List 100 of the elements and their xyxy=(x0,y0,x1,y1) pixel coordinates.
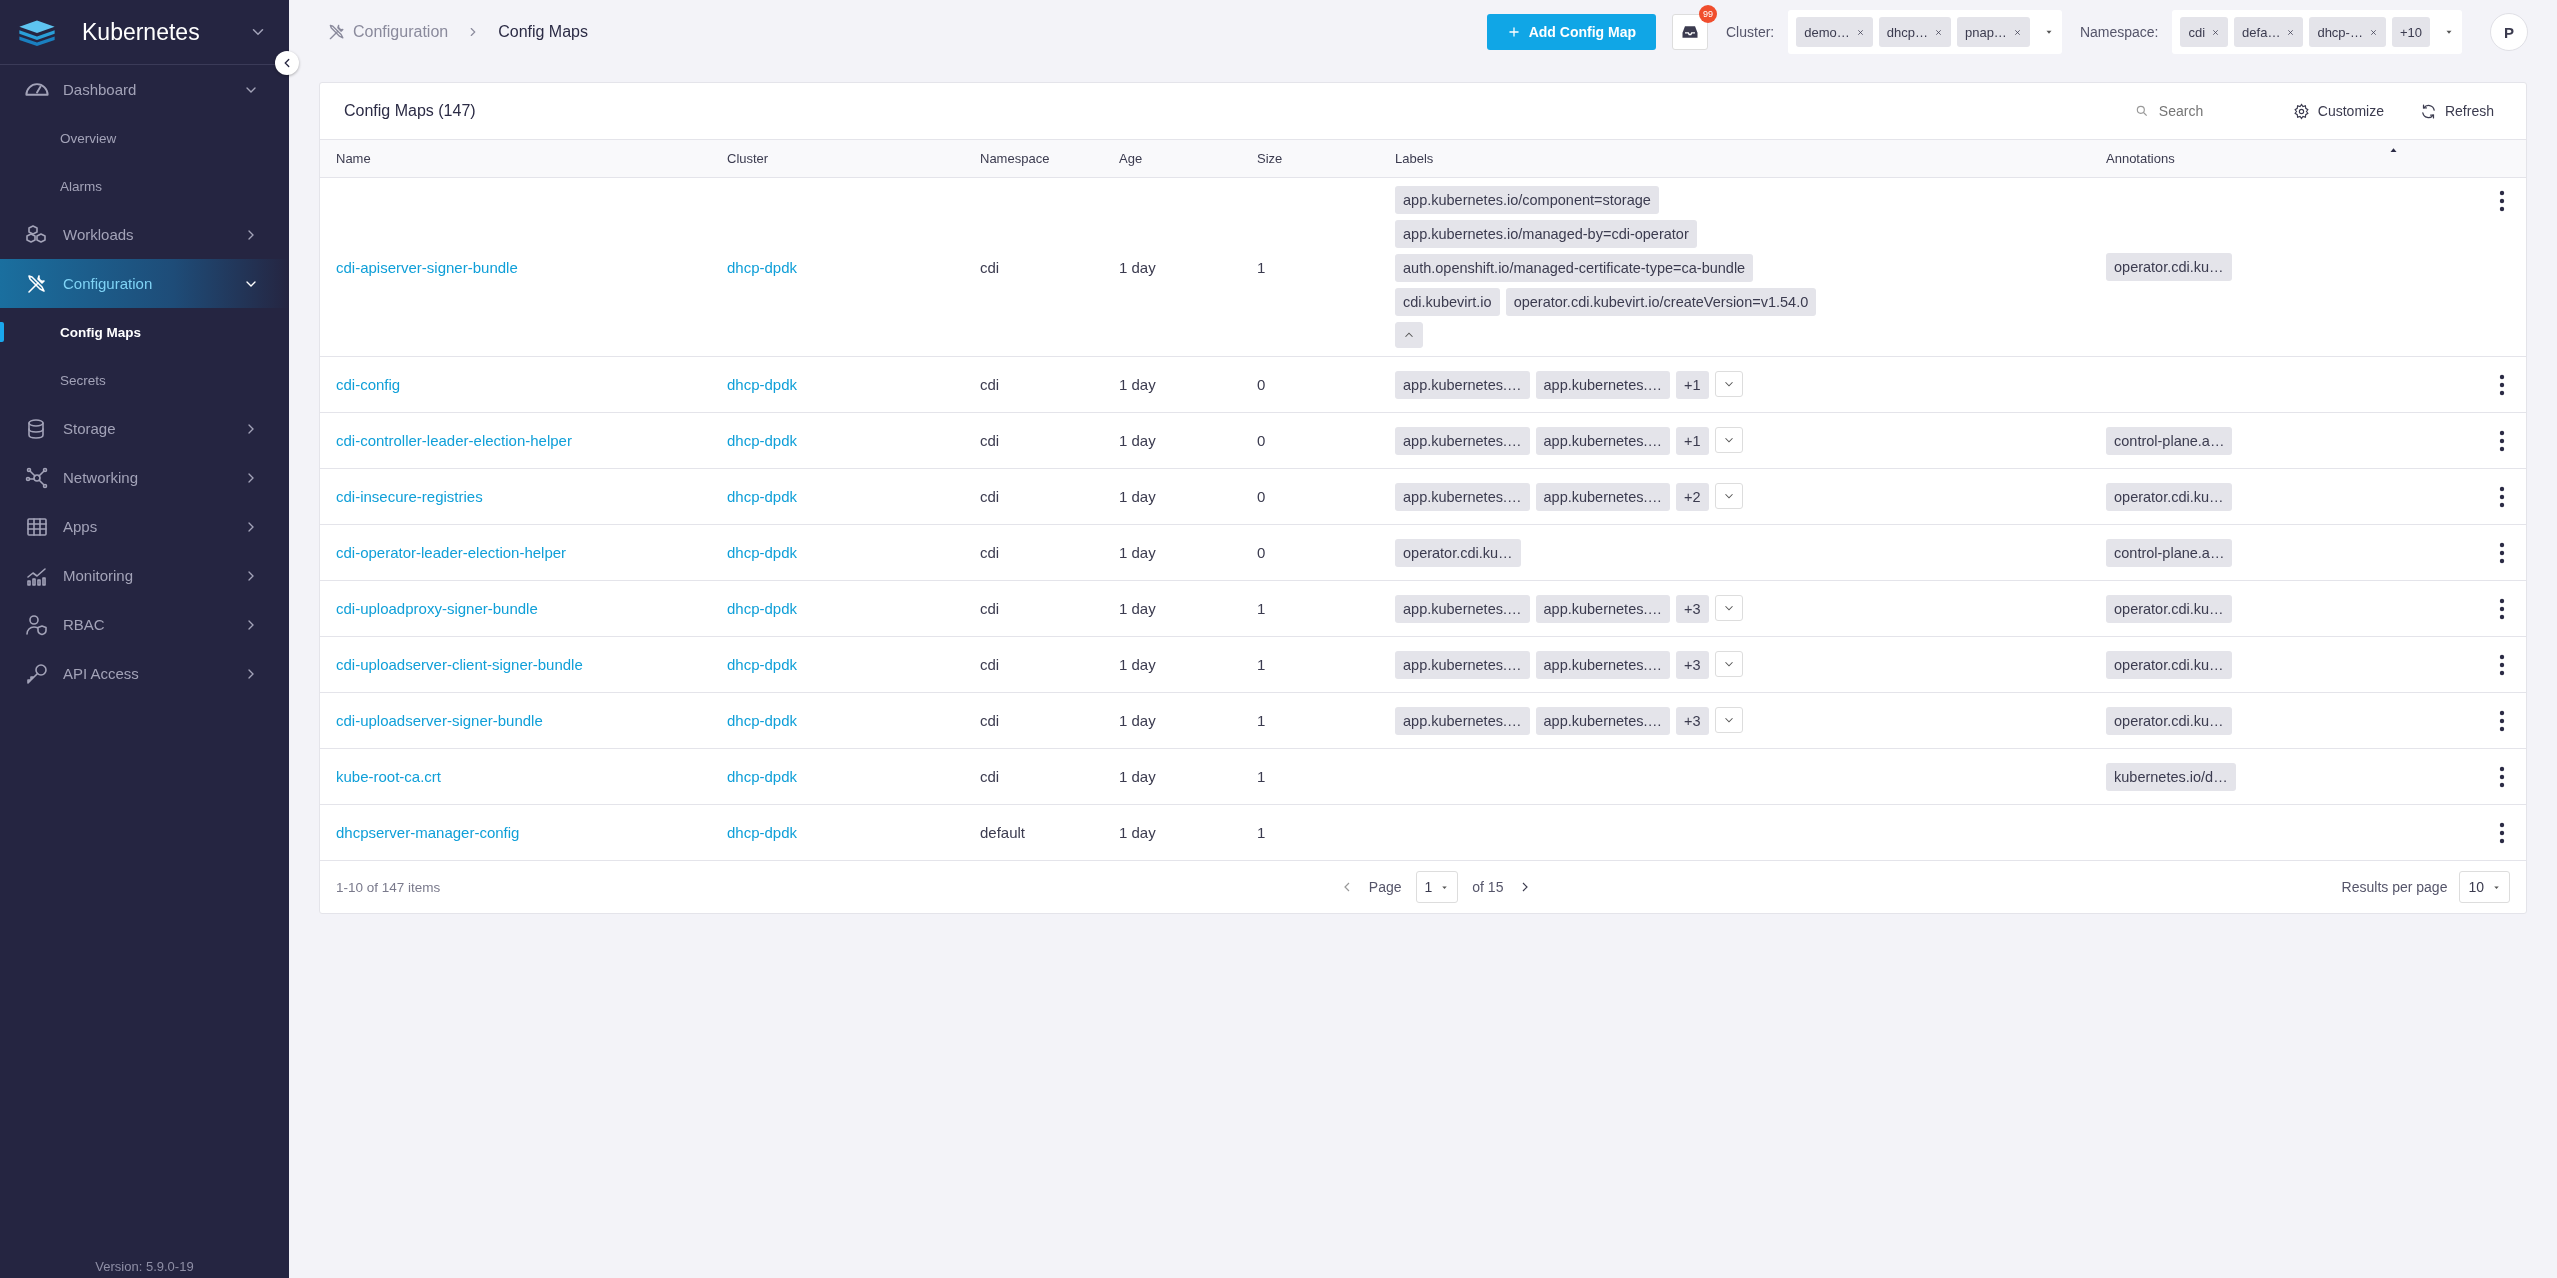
kebab-menu-icon xyxy=(2499,541,2505,564)
age-cell: 1 day xyxy=(1119,824,1156,841)
customize-button[interactable]: Customize xyxy=(2284,102,2392,120)
more-chip[interactable]: +10 xyxy=(2391,17,2430,47)
row-actions-button[interactable] xyxy=(2499,765,2505,788)
cluster-link[interactable]: dhcp-dpdk xyxy=(727,544,798,561)
gauge-icon xyxy=(25,83,49,96)
remove-icon[interactable] xyxy=(2211,27,2221,37)
column-header[interactable]: Cluster xyxy=(727,151,769,166)
remove-icon[interactable] xyxy=(1855,27,1865,37)
breadcrumb-current: Config Maps xyxy=(498,23,588,41)
filter-chip[interactable]: dhcp… xyxy=(1878,17,1951,47)
nav-item[interactable]: API Access xyxy=(0,649,289,698)
size-cell: 1 xyxy=(1257,600,1266,617)
refresh-button[interactable]: Refresh xyxy=(2411,102,2502,120)
nav-item[interactable]: Workloads xyxy=(0,210,289,259)
breadcrumb-link[interactable]: Configuration xyxy=(327,22,449,42)
remove-icon[interactable] xyxy=(2286,27,2296,37)
namespace-cell: cdi xyxy=(980,258,1000,276)
cluster-link[interactable]: dhcp-dpdk xyxy=(727,488,798,505)
results-per-page-select[interactable]: 10 xyxy=(2459,871,2510,903)
remove-icon[interactable] xyxy=(1933,27,1943,37)
remove-icon[interactable] xyxy=(2012,27,2022,37)
kebab-menu-icon xyxy=(2499,485,2505,508)
page-select[interactable]: 1 xyxy=(1415,871,1459,903)
namespace-cell: cdi xyxy=(980,432,1000,449)
row-actions-button[interactable] xyxy=(2499,373,2505,396)
cluster-link[interactable]: dhcp-dpdk xyxy=(727,376,798,393)
collapse-sidebar-button[interactable] xyxy=(275,51,299,75)
cluster-link[interactable]: dhcp-dpdk xyxy=(727,258,798,276)
network-icon xyxy=(25,465,49,490)
cluster-link[interactable]: dhcp-dpdk xyxy=(727,432,798,449)
active-indicator xyxy=(0,322,4,342)
config-map-link[interactable]: cdi-insecure-registries xyxy=(336,488,483,505)
nav-subitem[interactable]: Overview xyxy=(0,114,289,162)
config-map-link[interactable]: cdi-controller-leader-election-helper xyxy=(336,432,572,449)
filter-chip[interactable]: dhcp-… xyxy=(2309,17,2386,47)
config-map-link[interactable]: cdi-uploadserver-client-signer-bundle xyxy=(336,656,583,673)
column-header[interactable]: Age xyxy=(1119,151,1143,166)
cluster-link[interactable]: dhcp-dpdk xyxy=(727,656,798,673)
more-labels-tag: +3 xyxy=(1676,594,1709,623)
cluster-link[interactable]: dhcp-dpdk xyxy=(727,768,798,785)
label-tag: operator.cdi.ku… xyxy=(1395,538,1521,567)
filter-chip[interactable]: demo… xyxy=(1796,17,1873,47)
column-header[interactable]: Annotations xyxy=(2106,151,2175,166)
cluster-link[interactable]: dhcp-dpdk xyxy=(727,712,798,729)
label-tag: app.kubernetes.… xyxy=(1395,370,1530,399)
column-header[interactable]: Labels xyxy=(1395,151,1434,166)
config-map-link[interactable]: dhcpserver-manager-config xyxy=(336,824,520,841)
filter-chip[interactable]: cdi xyxy=(2180,17,2229,47)
size-cell: 1 xyxy=(1257,656,1266,673)
nav-item[interactable]: Networking xyxy=(0,453,289,502)
config-map-link[interactable]: cdi-config xyxy=(336,376,401,393)
search-field[interactable]: Search xyxy=(2156,102,2251,120)
nav-subitem[interactable]: Config Maps xyxy=(0,308,289,356)
column-header[interactable]: Namespace xyxy=(980,151,1050,166)
filter-chip-label: cdi xyxy=(2188,24,2206,40)
cluster-select[interactable]: demo… dhcp… pnap… xyxy=(1788,10,2062,54)
cluster-link[interactable]: dhcp-dpdk xyxy=(727,600,798,617)
nav-subitem[interactable]: Alarms xyxy=(0,162,289,210)
nav-item[interactable]: Apps xyxy=(0,502,289,551)
config-map-link[interactable]: cdi-operator-leader-election-helper xyxy=(336,544,567,561)
config-map-link[interactable]: cdi-apiserver-signer-bundle xyxy=(336,258,518,276)
filter-chip-label: pnap… xyxy=(1964,24,2007,40)
row-actions-button[interactable] xyxy=(2499,597,2505,620)
label-tag: app.kubernetes.… xyxy=(1395,426,1530,455)
cluster-link[interactable]: dhcp-dpdk xyxy=(727,824,798,841)
sort-ascending-icon[interactable] xyxy=(2389,146,2398,155)
nav-item[interactable]: Dashboard xyxy=(0,65,289,114)
config-map-link[interactable]: cdi-uploadproxy-signer-bundle xyxy=(336,600,538,617)
age-cell: 1 day xyxy=(1119,258,1156,276)
row-actions-button[interactable] xyxy=(2499,429,2505,452)
nav-subitem[interactable]: Secrets xyxy=(0,356,289,404)
user-avatar[interactable]: P xyxy=(2490,13,2528,51)
nav-item[interactable]: Storage xyxy=(0,404,289,453)
row-actions-button[interactable] xyxy=(2499,821,2505,844)
namespace-cell: cdi xyxy=(980,768,1000,785)
nav-item[interactable]: Monitoring xyxy=(0,551,289,600)
row-actions-button[interactable] xyxy=(2499,190,2505,212)
column-header[interactable]: Size xyxy=(1257,151,1283,166)
kebab-menu-icon xyxy=(2499,709,2505,732)
filter-chip[interactable]: defa… xyxy=(2234,17,2304,47)
remove-icon[interactable] xyxy=(2368,27,2378,37)
row-actions-button[interactable] xyxy=(2499,653,2505,676)
annotation-tag: operator.cdi.ku… xyxy=(2106,482,2232,511)
config-map-link[interactable]: kube-root-ca.crt xyxy=(336,768,442,785)
row-actions-button[interactable] xyxy=(2499,709,2505,732)
filter-chip-label: dhcp-… xyxy=(2317,24,2363,40)
namespace-cell: cdi xyxy=(980,656,1000,673)
config-map-link[interactable]: cdi-uploadserver-signer-bundle xyxy=(336,712,543,729)
age-cell: 1 day xyxy=(1119,712,1156,729)
row-actions-button[interactable] xyxy=(2499,485,2505,508)
filter-chip[interactable]: pnap… xyxy=(1956,17,2030,47)
namespace-select[interactable]: cdi defa… dhcp-… +10 xyxy=(2172,10,2462,54)
age-cell: 1 day xyxy=(1119,600,1156,617)
column-header[interactable]: Name xyxy=(336,151,371,166)
table-title: Config Maps (147) xyxy=(344,102,477,120)
user-shield-icon xyxy=(25,612,49,637)
row-actions-button[interactable] xyxy=(2499,541,2505,564)
nav-item[interactable]: RBAC xyxy=(0,600,289,649)
